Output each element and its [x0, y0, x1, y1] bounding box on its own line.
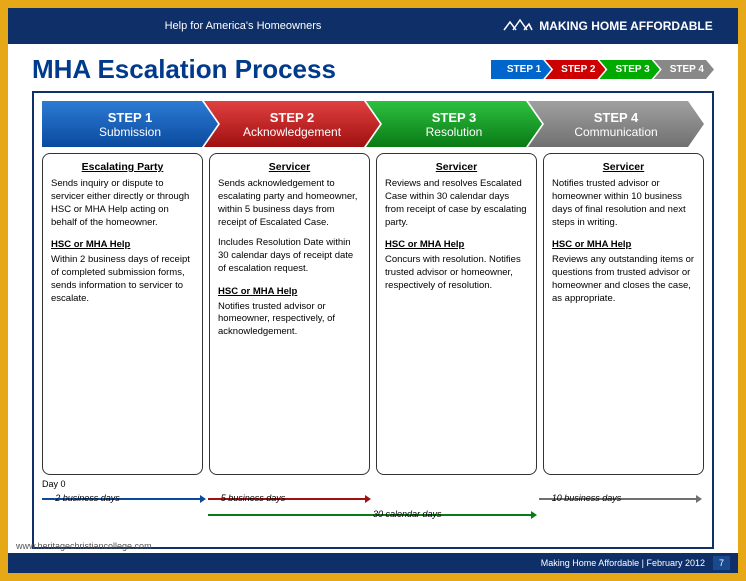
page-number: 7	[713, 556, 730, 570]
step-name: Communication	[574, 125, 657, 139]
timeline-label-4: 10 business days	[552, 493, 622, 503]
column-1: Escalating Party Sends inquiry or disput…	[42, 153, 203, 475]
col-title: Escalating Party	[51, 160, 194, 174]
timeline-arrow-3	[208, 514, 532, 516]
column-2: Servicer Sends acknowledgement to escala…	[209, 153, 370, 475]
mini-step-2: STEP 2	[545, 60, 605, 79]
timeline-day0: Day 0	[42, 479, 66, 489]
col-body2: Includes Resolution Date within 30 calen…	[218, 237, 361, 275]
step-chevron-row: STEP 1Submission STEP 2Acknowledgement S…	[42, 101, 704, 147]
step-chevron-1: STEP 1Submission	[42, 101, 218, 147]
mini-step-chevrons: STEP 1 STEP 2 STEP 3 STEP 4	[491, 60, 714, 79]
col-body: Notifies trusted advisor or homeowner wi…	[552, 178, 695, 229]
step-num: STEP 3	[432, 110, 477, 125]
step-chevron-2: STEP 2Acknowledgement	[204, 101, 380, 147]
roof-icon	[503, 18, 533, 35]
mini-step-3: STEP 3	[599, 60, 659, 79]
slide: Help for America's Homeowners MAKING HOM…	[8, 8, 738, 573]
col-body: Reviews and resolves Escalated Case with…	[385, 178, 528, 229]
footer-text: Making Home Affordable | February 2012	[541, 558, 705, 568]
col-body: Sends acknowledgement to escalating part…	[218, 178, 361, 229]
detail-columns: Escalating Party Sends inquiry or disput…	[42, 153, 704, 475]
header-brand: MAKING HOME AFFORDABLE	[478, 8, 738, 44]
step-chevron-3: STEP 3Resolution	[366, 101, 542, 147]
timeline-label-3: 30 calendar days	[373, 509, 442, 519]
col-title: Servicer	[552, 160, 695, 174]
slide-frame: Help for America's Homeowners MAKING HOM…	[0, 0, 746, 581]
step-name: Submission	[99, 125, 161, 139]
col-subbody: Reviews any outstanding items or questio…	[552, 254, 695, 305]
mini-step-1: STEP 1	[491, 60, 551, 79]
col-subhead: HSC or MHA Help	[385, 239, 528, 252]
page-title: MHA Escalation Process	[32, 54, 336, 85]
timeline: Day 0 2 business days 5 business days 30…	[42, 479, 704, 539]
step-name: Acknowledgement	[243, 125, 341, 139]
col-subhead: HSC or MHA Help	[51, 239, 194, 252]
content-area: STEP 1Submission STEP 2Acknowledgement S…	[8, 91, 738, 553]
col-body: Sends inquiry or dispute to servicer eit…	[51, 178, 194, 229]
footer-bar: Making Home Affordable | February 2012 7	[8, 553, 738, 573]
col-title: Servicer	[385, 160, 528, 174]
col-subhead: HSC or MHA Help	[552, 239, 695, 252]
step-num: STEP 2	[270, 110, 315, 125]
title-row: MHA Escalation Process STEP 1 STEP 2 STE…	[8, 44, 738, 91]
col-subbody: Concurs with resolution. Notifies truste…	[385, 254, 528, 292]
header-bar: Help for America's Homeowners MAKING HOM…	[8, 8, 738, 44]
mini-step-4: STEP 4	[654, 60, 714, 79]
step-name: Resolution	[426, 125, 483, 139]
step-num: STEP 1	[108, 110, 153, 125]
process-box: STEP 1Submission STEP 2Acknowledgement S…	[32, 91, 714, 549]
col-subbody: Notifies trusted advisor or homeowner, r…	[218, 301, 361, 339]
col-subhead: HSC or MHA Help	[218, 286, 361, 299]
watermark: www.heritagechristiancollege.com	[16, 541, 152, 551]
col-title: Servicer	[218, 160, 361, 174]
step-num: STEP 4	[594, 110, 639, 125]
header-tagline: Help for America's Homeowners	[8, 8, 478, 44]
step-chevron-4: STEP 4Communication	[528, 101, 704, 147]
col-subbody: Within 2 business days of receipt of com…	[51, 254, 194, 305]
column-3: Servicer Reviews and resolves Escalated …	[376, 153, 537, 475]
column-4: Servicer Notifies trusted advisor or hom…	[543, 153, 704, 475]
brand-text: MAKING HOME AFFORDABLE	[539, 19, 713, 33]
